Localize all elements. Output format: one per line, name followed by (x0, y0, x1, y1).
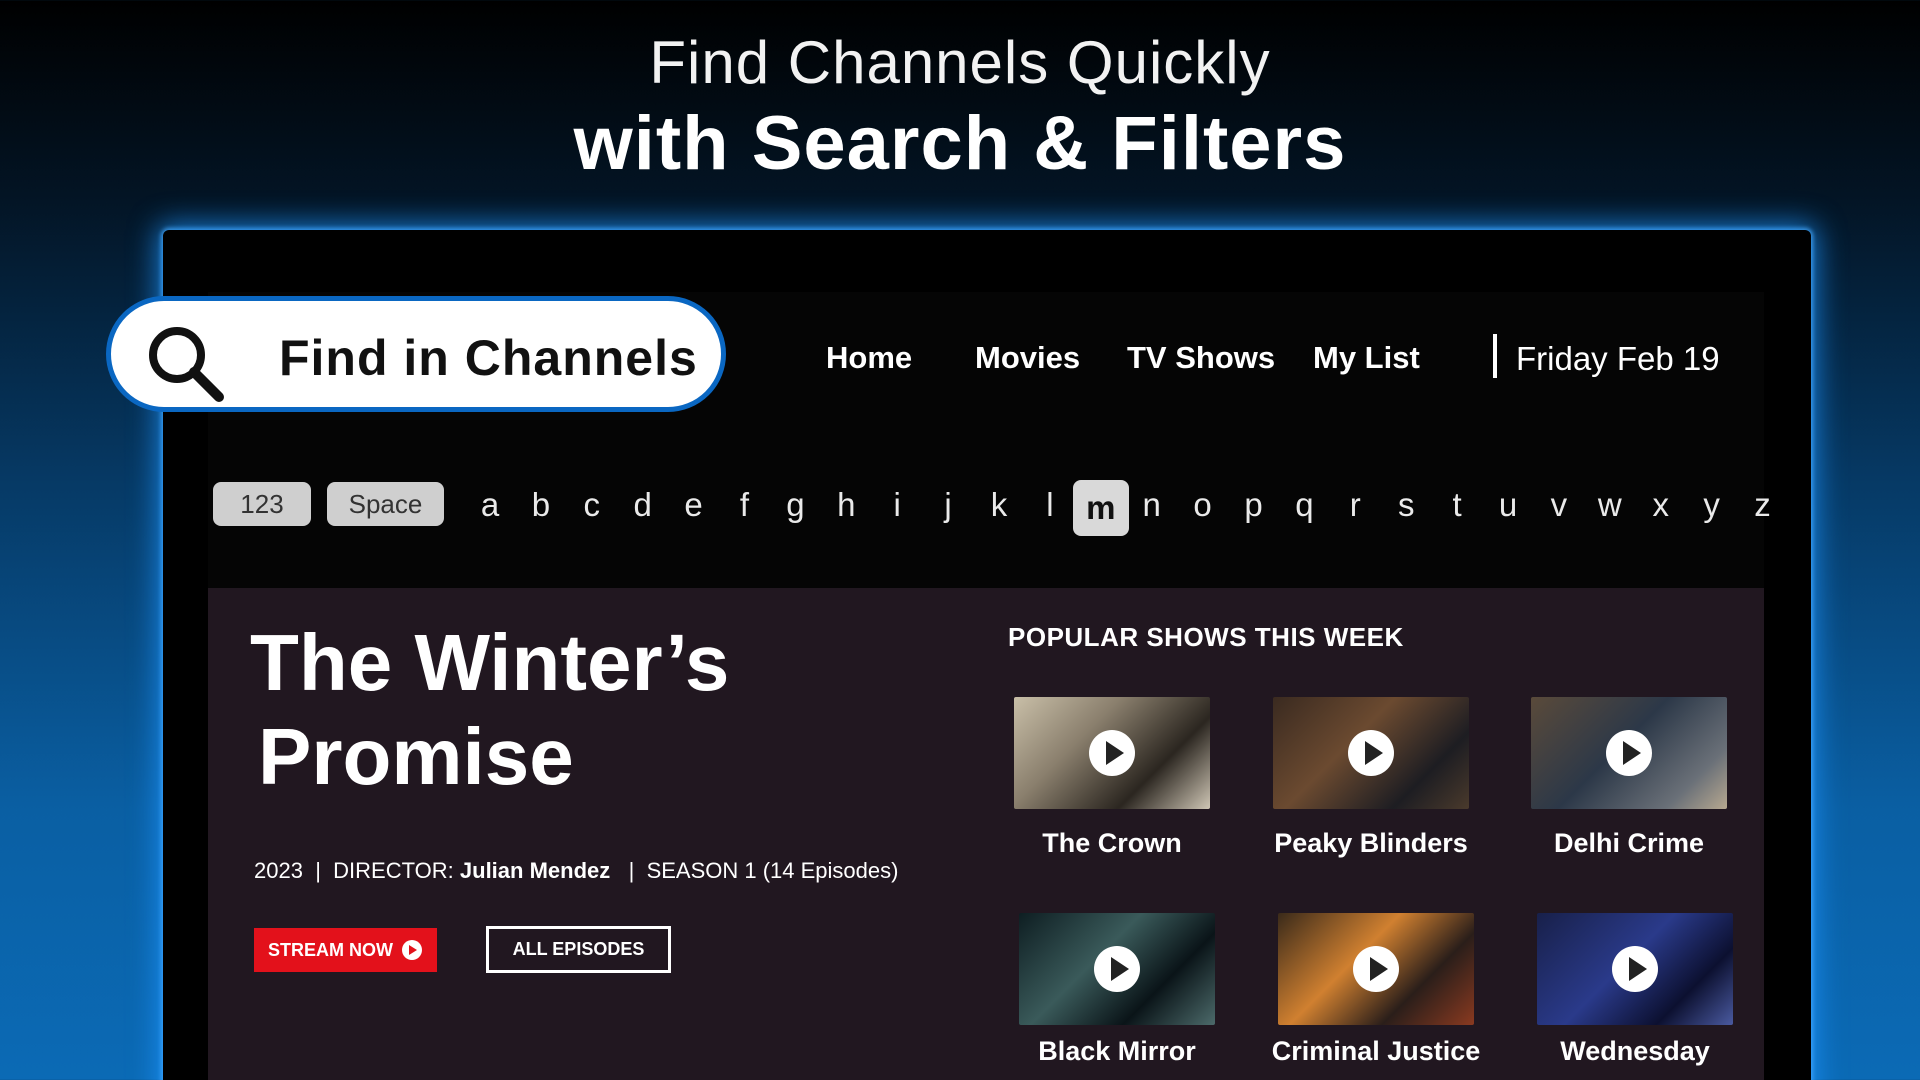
key-j[interactable]: j (926, 486, 970, 524)
nav-my-list[interactable]: My List (1313, 340, 1420, 376)
key-s[interactable]: s (1384, 486, 1428, 524)
show-thumbnail-peaky-blinders[interactable] (1273, 697, 1469, 809)
all-episodes-button[interactable]: ALL EPISODES (486, 926, 671, 973)
key-n[interactable]: n (1130, 486, 1174, 524)
show-thumbnail-wednesday[interactable] (1537, 913, 1733, 1025)
meta-separator: | (616, 858, 641, 883)
show-thumbnail-delhi-crime[interactable] (1531, 697, 1727, 809)
nav-home[interactable]: Home (826, 340, 912, 376)
featured-title: The Winter’s Promise (250, 616, 729, 804)
key-p[interactable]: p (1232, 486, 1276, 524)
key-k[interactable]: k (977, 486, 1021, 524)
featured-year: 2023 (254, 858, 303, 883)
nav-tv-shows[interactable]: TV Shows (1127, 340, 1275, 376)
key-y[interactable]: y (1690, 486, 1734, 524)
stream-now-label: STREAM NOW (268, 939, 393, 960)
nav-divider (1493, 334, 1497, 378)
show-thumbnail-criminal-justice[interactable] (1278, 913, 1474, 1025)
meta-separator: | (309, 858, 328, 883)
search-bar[interactable]: Find in Channels (106, 296, 726, 412)
key-o[interactable]: o (1181, 486, 1225, 524)
key-space[interactable]: Space (327, 482, 444, 526)
key-123[interactable]: 123 (213, 482, 311, 526)
show-title-black-mirror[interactable]: Black Mirror (997, 1036, 1237, 1067)
headline-line-1: Find Channels Quickly (649, 29, 1271, 96)
key-b[interactable]: b (519, 486, 563, 524)
nav-movies[interactable]: Movies (975, 340, 1080, 376)
show-title-delhi-crime[interactable]: Delhi Crime (1509, 828, 1749, 859)
play-icon[interactable] (1606, 730, 1652, 776)
season-info: SEASON 1 (14 Episodes) (646, 858, 899, 883)
key-r[interactable]: r (1333, 486, 1377, 524)
stream-now-button[interactable]: STREAM NOW (254, 928, 437, 972)
search-input[interactable]: Find in Channels (279, 329, 698, 387)
key-a[interactable]: a (468, 486, 512, 524)
show-title-criminal-justice[interactable]: Criminal Justice (1256, 1036, 1496, 1067)
key-f[interactable]: f (723, 486, 767, 524)
key-z[interactable]: z (1741, 486, 1785, 524)
popular-heading: POPULAR SHOWS THIS WEEK (1008, 622, 1404, 652)
director-name: Julian Mendez (459, 858, 611, 883)
key-g[interactable]: g (773, 486, 817, 524)
featured-title-line-1: The Winter’s (250, 618, 730, 707)
key-c[interactable]: c (570, 486, 614, 524)
key-x[interactable]: x (1639, 486, 1683, 524)
key-l[interactable]: l (1028, 486, 1072, 524)
current-date: Friday Feb 19 (1516, 340, 1720, 377)
key-v[interactable]: v (1537, 486, 1581, 524)
play-icon[interactable] (1089, 730, 1135, 776)
key-q[interactable]: q (1282, 486, 1326, 524)
show-thumbnail-black-mirror[interactable] (1019, 913, 1215, 1025)
key-w[interactable]: w (1588, 486, 1632, 524)
key-h[interactable]: h (824, 486, 868, 524)
key-i[interactable]: i (875, 486, 919, 524)
key-d[interactable]: d (621, 486, 665, 524)
key-m[interactable]: m (1072, 480, 1129, 536)
key-u[interactable]: u (1486, 486, 1530, 524)
director-label: DIRECTOR: (333, 858, 454, 883)
featured-meta: 2023 | DIRECTOR: Julian Mendez | SEASON … (254, 858, 898, 884)
show-thumbnail-the-crown[interactable] (1014, 697, 1210, 809)
key-e[interactable]: e (672, 486, 716, 524)
show-title-wednesday[interactable]: Wednesday (1515, 1036, 1755, 1067)
play-icon[interactable] (1094, 946, 1140, 992)
play-icon[interactable] (1353, 946, 1399, 992)
headline-line-2: with Search & Filters (573, 101, 1347, 186)
play-icon[interactable] (1612, 946, 1658, 992)
show-title-the-crown[interactable]: The Crown (992, 828, 1232, 859)
featured-title-line-2: Promise (258, 712, 574, 801)
show-title-peaky-blinders[interactable]: Peaky Blinders (1251, 828, 1491, 859)
play-icon[interactable] (1348, 730, 1394, 776)
search-icon (149, 327, 224, 402)
key-t[interactable]: t (1435, 486, 1479, 524)
play-circle-icon (402, 940, 422, 960)
